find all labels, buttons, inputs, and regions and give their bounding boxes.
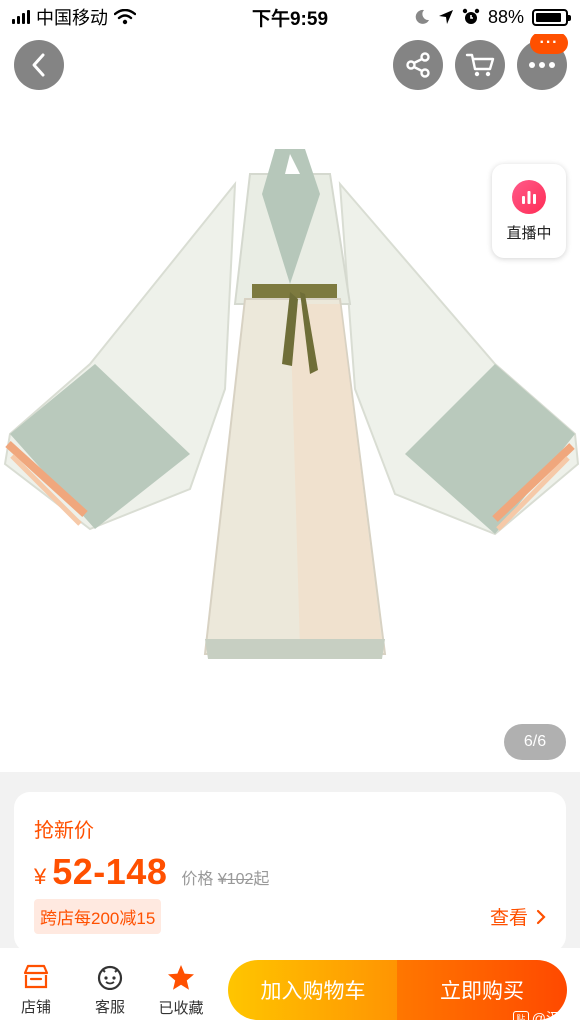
location-icon xyxy=(438,10,453,24)
store-tab[interactable]: 店铺 xyxy=(6,964,66,1017)
chevron-left-icon xyxy=(32,53,45,77)
favorite-label: 已收藏 xyxy=(158,1000,204,1017)
add-to-cart-button[interactable]: 加入购物车 xyxy=(228,960,398,1020)
status-bar: 中国移动 下午9:59 88% xyxy=(0,0,580,34)
star-icon xyxy=(168,965,194,990)
alarm-icon xyxy=(462,8,480,24)
share-button[interactable] xyxy=(393,40,443,90)
coupon-badge[interactable]: 跨店每200减15 xyxy=(34,899,162,934)
product-gallery[interactable]: ··· 直播中 6/6 xyxy=(0,34,580,772)
live-label: 直播中 xyxy=(506,224,552,242)
live-icon xyxy=(512,179,546,214)
promo-title: 抢新价 xyxy=(34,820,94,842)
currency-symbol: ¥ xyxy=(34,864,47,889)
watermark-label: @汉服 xyxy=(531,1010,574,1026)
battery-icon xyxy=(532,8,571,26)
customer-service-tab[interactable]: 客服 xyxy=(80,964,140,1017)
original-price-label: 价格 xyxy=(181,871,214,888)
store-label: 店铺 xyxy=(20,999,51,1016)
image-counter: 6/6 xyxy=(504,724,566,760)
service-icon xyxy=(97,965,123,990)
view-more-link[interactable]: 查看 xyxy=(490,903,546,930)
more-dots-icon xyxy=(529,62,555,68)
coupon-row: 跨店每200减15 查看 xyxy=(34,899,546,934)
favorite-tab[interactable]: 已收藏 xyxy=(151,964,211,1018)
view-more-label: 查看 xyxy=(489,908,528,929)
chevron-right-icon xyxy=(536,909,546,924)
product-info-card: 抢新价 ¥ 52-148 价格 ¥102起 跨店每200减15 查看 xyxy=(14,792,566,952)
price-row: ¥ 52-148 价格 ¥102起 xyxy=(34,851,546,893)
price-range: 52-148 xyxy=(52,851,168,892)
live-stream-button[interactable]: 直播中 xyxy=(492,164,566,258)
original-price-suffix: 起 xyxy=(253,871,270,888)
original-price: 价格 ¥102起 xyxy=(181,865,269,889)
share-icon xyxy=(406,52,430,78)
service-label: 客服 xyxy=(94,999,125,1016)
bottom-action-bar: 店铺 客服 已收藏 加入购物车 立即购买 贴 @汉服 xyxy=(0,948,580,1032)
store-icon xyxy=(23,964,49,989)
notification-badge: ··· xyxy=(530,34,568,54)
back-button[interactable] xyxy=(14,40,64,90)
shopping-cart-icon xyxy=(465,53,495,77)
cart-button[interactable] xyxy=(455,40,505,90)
moon-icon xyxy=(415,9,429,24)
battery-percent: 88% xyxy=(487,6,524,27)
watermark: 贴 @汉服 xyxy=(512,1008,574,1028)
original-price-value: ¥102 xyxy=(217,871,254,888)
watermark-icon: 贴 xyxy=(512,1011,529,1025)
